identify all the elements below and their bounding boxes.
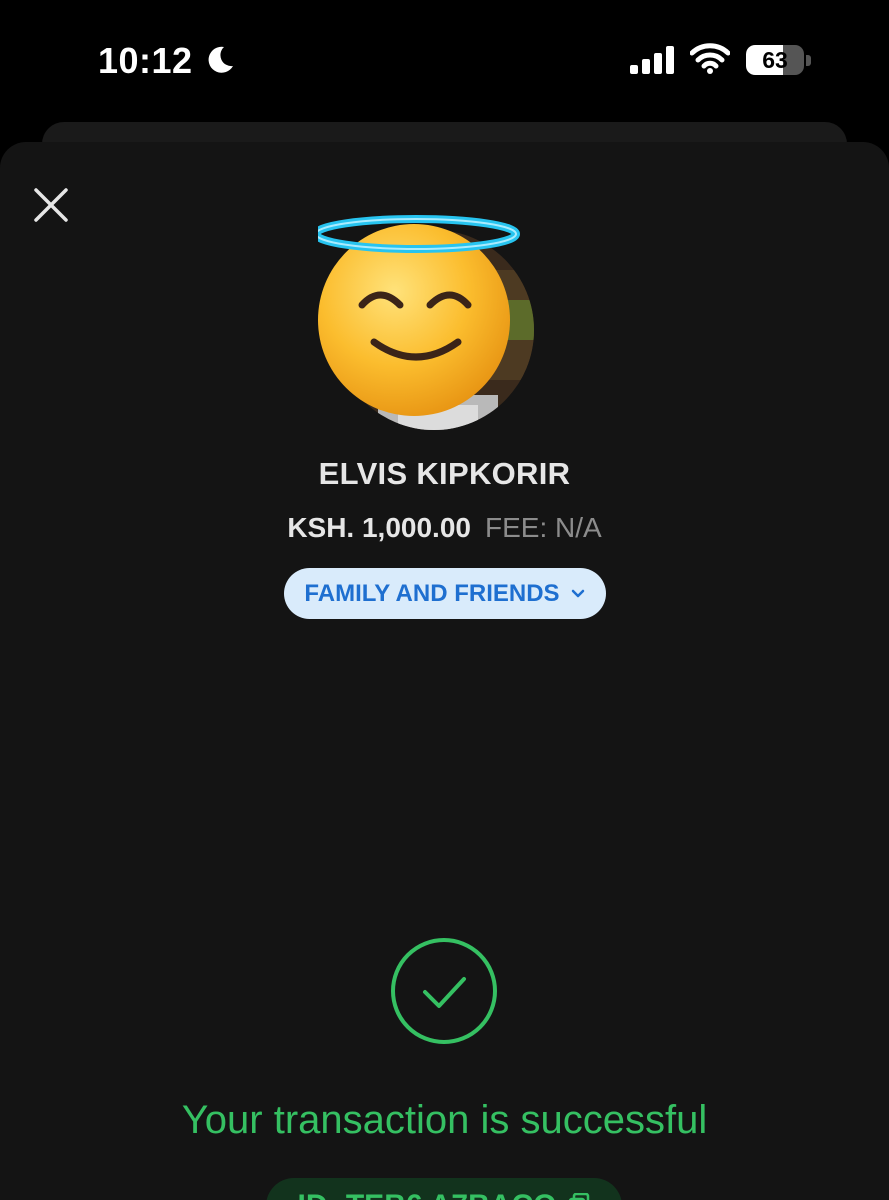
amount-row: KSH. 1,000.00 FEE: N/A	[0, 512, 889, 544]
signal-icon	[630, 46, 674, 74]
wifi-icon	[690, 43, 730, 74]
success-message: Your transaction is successful	[181, 1098, 708, 1142]
transaction-id-pill[interactable]: ID: TEB6 A7BACQ	[266, 1178, 622, 1200]
battery-body: 63	[746, 45, 804, 75]
battery-icon: 63	[746, 45, 804, 75]
transaction-id: ID: TEB6 A7BACQ	[298, 1189, 557, 1200]
avatar	[318, 215, 534, 430]
category-label: FAMILY AND FRIENDS	[304, 579, 560, 607]
recipient-name: ELVIS KIPKORIR	[318, 456, 571, 491]
copy-icon[interactable]	[568, 1193, 590, 1200]
checkmark-circle-icon	[391, 938, 497, 1044]
fee: FEE: N/A	[484, 512, 602, 543]
close-icon[interactable]	[28, 182, 74, 228]
battery-label: 63	[762, 47, 788, 73]
category-dropdown[interactable]: FAMILY AND FRIENDS	[284, 568, 606, 619]
battery-cap	[806, 55, 811, 66]
amount: KSH. 1,000.00	[287, 512, 471, 543]
chevron-down-icon	[571, 589, 584, 597]
phone-screen: 10:12 63 ELVIS KIPKORIR KSH. 1,000.00 FE…	[0, 0, 889, 1200]
status-time: 10:12	[98, 40, 193, 81]
moon-icon	[208, 46, 233, 73]
status-bar: 10:12 63	[0, 0, 889, 120]
